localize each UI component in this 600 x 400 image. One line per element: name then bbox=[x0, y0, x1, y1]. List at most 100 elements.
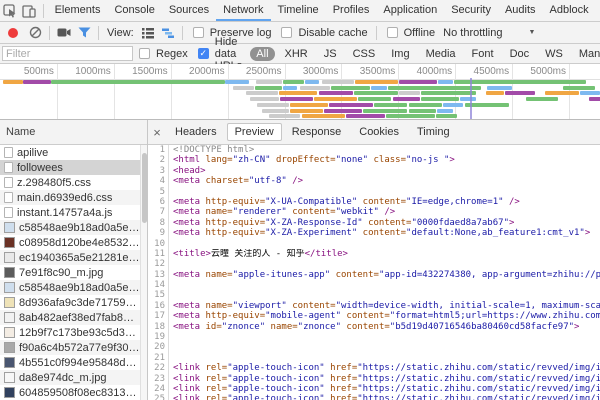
image-file-icon bbox=[4, 357, 15, 368]
hide-data-urls-checkbox[interactable]: ✓ bbox=[198, 48, 209, 59]
filter-pill-doc[interactable]: Doc bbox=[504, 47, 536, 61]
filter-input[interactable] bbox=[2, 46, 133, 61]
line-number: 8 bbox=[148, 218, 169, 228]
waterfall-bar bbox=[290, 109, 323, 113]
line-number: 12 bbox=[148, 259, 169, 269]
capture-screenshots-icon[interactable] bbox=[54, 23, 74, 43]
code-text: <meta name="viewport" content="width=dev… bbox=[169, 301, 600, 311]
request-row[interactable]: 8ab482aef38ed7fab8bd4314... bbox=[0, 310, 140, 325]
view-waterfall-icon[interactable] bbox=[158, 23, 178, 43]
details-tab-timing[interactable]: Timing bbox=[409, 123, 458, 141]
filter-pill-img[interactable]: Img bbox=[385, 47, 415, 61]
device-toolbar-icon[interactable] bbox=[19, 1, 38, 21]
request-row[interactable]: main.d6939ed6.css bbox=[0, 190, 140, 205]
network-overview[interactable]: 500ms1000ms1500ms2000ms2500ms3000ms3500m… bbox=[0, 64, 600, 120]
tab-profiles[interactable]: Profiles bbox=[326, 0, 377, 21]
request-row[interactable]: f90a6c4b572a77e9f30de153... bbox=[0, 340, 140, 355]
offline-checkbox[interactable] bbox=[387, 27, 398, 38]
document-file-icon bbox=[4, 192, 13, 203]
disable-cache-label[interactable]: Disable cache bbox=[298, 27, 367, 39]
record-button[interactable] bbox=[8, 28, 18, 38]
document-file-icon bbox=[4, 177, 13, 188]
waterfall-bar bbox=[283, 86, 297, 90]
requests-scrollbar[interactable] bbox=[140, 145, 147, 400]
waterfall-bar bbox=[300, 86, 330, 90]
filter-pill-xhr[interactable]: XHR bbox=[279, 47, 314, 61]
regex-checkbox[interactable] bbox=[139, 48, 150, 59]
tab-audits[interactable]: Audits bbox=[498, 0, 543, 21]
waterfall-bar bbox=[314, 97, 357, 101]
inspect-element-icon[interactable] bbox=[0, 1, 19, 21]
request-row[interactable]: z.298480f5.css bbox=[0, 175, 140, 190]
waterfall-bar bbox=[454, 80, 586, 84]
request-name: c08958d120be4e853230649... bbox=[19, 237, 140, 249]
details-tab-response[interactable]: Response bbox=[284, 123, 350, 141]
line-number: 5 bbox=[148, 187, 169, 197]
details-tab-headers[interactable]: Headers bbox=[167, 123, 225, 141]
request-row[interactable]: ec1940365a5e21281ee71856... bbox=[0, 250, 140, 265]
waterfall-bar bbox=[269, 114, 301, 118]
tab-timeline[interactable]: Timeline bbox=[271, 0, 326, 21]
clear-icon[interactable] bbox=[25, 23, 45, 43]
filter-pill-all[interactable]: All bbox=[250, 47, 274, 61]
filter-pill-manifest[interactable]: Manifest bbox=[573, 47, 600, 61]
request-row[interactable]: c58548ae9b18ad0a5e79fe4e... bbox=[0, 220, 140, 235]
tab-elements[interactable]: Elements bbox=[48, 0, 108, 21]
regex-label[interactable]: Regex bbox=[156, 48, 188, 60]
request-row[interactable]: 12b9f7c173be93c5d35fea2d... bbox=[0, 325, 140, 340]
waterfall-bar bbox=[563, 86, 595, 90]
ruler-tick-label: 1500ms bbox=[128, 66, 168, 77]
preview-code-view[interactable]: 1<!DOCTYPE html>2<html lang="zh-CN" drop… bbox=[148, 145, 600, 400]
waterfall-bar bbox=[545, 91, 579, 95]
details-tab-preview[interactable]: Preview bbox=[227, 123, 282, 141]
chevron-down-icon[interactable]: ▼ bbox=[528, 29, 535, 36]
line-number: 1 bbox=[148, 145, 169, 155]
filter-pill-font[interactable]: Font bbox=[466, 47, 500, 61]
waterfall-bar bbox=[399, 91, 419, 95]
code-text: <meta http-equiv="mobile-agent" content=… bbox=[169, 311, 600, 321]
waterfall-bar bbox=[363, 109, 407, 113]
ruler-tick-label: 4500ms bbox=[469, 66, 509, 77]
code-text: <meta http-equiv="X-ZA-Experiment" conte… bbox=[169, 228, 590, 238]
waterfall-bar bbox=[393, 97, 420, 101]
scrollbar-thumb[interactable] bbox=[142, 153, 147, 223]
code-text: <head> bbox=[169, 166, 206, 176]
code-line: 20 bbox=[148, 342, 600, 352]
request-row[interactable]: c08958d120be4e853230649... bbox=[0, 235, 140, 250]
ruler-tick-label: 4000ms bbox=[412, 66, 452, 77]
request-row[interactable]: followees bbox=[0, 160, 140, 175]
disable-cache-checkbox[interactable] bbox=[281, 27, 292, 38]
request-row[interactable]: 8d936afa9c3de7175958fae5... bbox=[0, 295, 140, 310]
document-file-icon bbox=[4, 162, 13, 173]
line-number: 11 bbox=[148, 249, 169, 259]
filter-pill-js[interactable]: JS bbox=[318, 47, 343, 61]
filter-pill-media[interactable]: Media bbox=[420, 47, 462, 61]
details-tab-cookies[interactable]: Cookies bbox=[351, 123, 407, 141]
offline-label[interactable]: Offline bbox=[404, 27, 436, 39]
request-row[interactable]: 604859508f08ec8313572f0e7... bbox=[0, 385, 140, 400]
request-row[interactable]: da8e974dc_m.jpg bbox=[0, 370, 140, 385]
preserve-log-checkbox[interactable] bbox=[193, 27, 204, 38]
tab-application[interactable]: Application bbox=[376, 0, 444, 21]
request-row[interactable]: c58548ae9b18ad0a5e79fe4e... bbox=[0, 280, 140, 295]
tab-security[interactable]: Security bbox=[444, 0, 498, 21]
waterfall-bar bbox=[331, 86, 370, 90]
close-icon[interactable]: × bbox=[148, 125, 166, 140]
request-row[interactable]: 4b551c0f994e95848d0dda09... bbox=[0, 355, 140, 370]
request-row[interactable]: instant.14757a4a.js bbox=[0, 205, 140, 220]
view-list-icon[interactable] bbox=[138, 23, 158, 43]
tab-adblock-plus[interactable]: Adblock Plus bbox=[543, 0, 600, 21]
tab-console[interactable]: Console bbox=[107, 0, 161, 21]
code-text: <!DOCTYPE html> bbox=[169, 145, 254, 155]
throttling-select[interactable]: No throttling bbox=[443, 27, 502, 39]
filter-pill-css[interactable]: CSS bbox=[347, 47, 382, 61]
request-row[interactable]: 7e91f8c90_m.jpg bbox=[0, 265, 140, 280]
tab-sources[interactable]: Sources bbox=[162, 0, 216, 21]
request-row[interactable]: apilive bbox=[0, 145, 140, 160]
filter-pill-ws[interactable]: WS bbox=[539, 47, 569, 61]
waterfall-bar bbox=[355, 80, 398, 84]
tab-network[interactable]: Network bbox=[216, 0, 270, 21]
filter-funnel-icon[interactable] bbox=[74, 23, 94, 43]
load-event-line bbox=[470, 78, 472, 119]
code-line: 9<meta http-equiv="X-ZA-Experiment" cont… bbox=[148, 228, 600, 238]
